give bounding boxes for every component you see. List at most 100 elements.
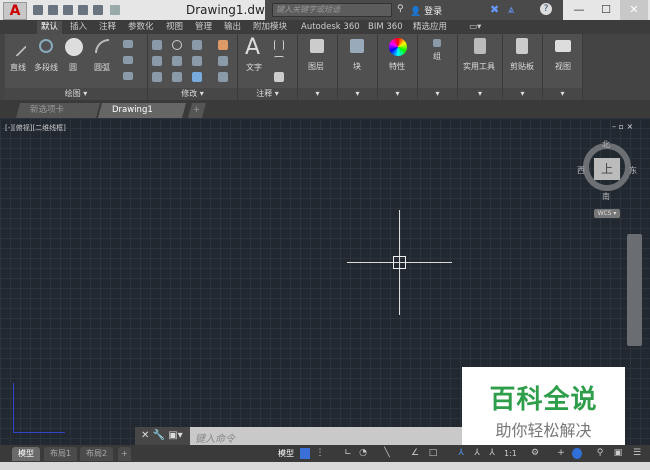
explode-icon[interactable]	[218, 56, 228, 66]
modify-panel-label[interactable]: 修改 ▾	[148, 88, 237, 100]
compass-west[interactable]: 西	[577, 165, 585, 176]
a360-icon[interactable]: ⩓	[508, 3, 514, 17]
new-tab[interactable]: 新选项卡	[15, 103, 101, 118]
copy-icon[interactable]	[152, 56, 162, 66]
search-input[interactable]: 键入关键字或短语	[272, 3, 392, 17]
tab-insert[interactable]: 插入	[66, 21, 91, 34]
trim-icon[interactable]	[192, 40, 202, 50]
scale-icon[interactable]	[172, 72, 182, 82]
tab-model[interactable]: 模型	[12, 447, 40, 461]
wrench-icon[interactable]: 🔧	[153, 430, 165, 441]
snap-tracking-icon[interactable]: □	[428, 448, 438, 459]
hardware-acceleration-icon[interactable]: ⚲	[595, 448, 605, 459]
group-expand[interactable]: ▾	[418, 88, 457, 100]
offset-icon[interactable]	[218, 72, 228, 82]
circle-button[interactable]: 圆	[69, 62, 77, 73]
command-line-tools[interactable]: ✕ 🔧 ▣▾	[135, 427, 190, 445]
snap-icon[interactable]: ⋮	[315, 448, 325, 459]
login-button[interactable]: 👤 登录	[410, 4, 442, 17]
app-menu-button[interactable]: A	[3, 2, 27, 20]
stretch-icon[interactable]	[152, 72, 162, 82]
tab-manage[interactable]: 管理	[191, 21, 216, 34]
ortho-icon[interactable]: ∟	[343, 448, 353, 459]
tab-autodesk360[interactable]: Autodesk 360	[297, 21, 364, 34]
tab-annotate[interactable]: 注释	[95, 21, 120, 34]
hatch-icon[interactable]	[123, 56, 133, 64]
new-icon[interactable]	[33, 5, 43, 15]
auto-scale-icon[interactable]: ⅄	[472, 448, 482, 459]
save-as-icon[interactable]	[78, 5, 88, 15]
model-space-toggle[interactable]: 模型	[278, 448, 294, 459]
view-panel[interactable]: 视图 ▾	[543, 34, 583, 100]
print-icon[interactable]	[93, 5, 103, 15]
viewcube-face-top[interactable]: 上	[594, 158, 620, 180]
viewport-controls[interactable]: [-][俯视][二维线框]	[5, 123, 66, 133]
osnap-icon[interactable]: ╲	[382, 448, 392, 459]
compass-east[interactable]: 东	[629, 165, 637, 176]
array-icon[interactable]	[192, 72, 202, 82]
viewport-window-controls[interactable]: – ▫ ×	[612, 122, 633, 131]
arc-button[interactable]: 圆弧	[94, 62, 110, 73]
tab-layout2[interactable]: 布局2	[80, 447, 114, 461]
binoculars-icon[interactable]: ⚲	[397, 4, 404, 14]
erase-icon[interactable]	[218, 40, 228, 50]
isolate-objects-icon[interactable]	[572, 448, 582, 459]
annotation-visibility-icon[interactable]: ⅄	[456, 448, 466, 459]
compass-north[interactable]: 北	[602, 139, 610, 150]
properties-expand[interactable]: ▾	[378, 88, 417, 100]
fillet-icon[interactable]	[192, 56, 202, 66]
utilities-panel[interactable]: 实用工具 ▾	[458, 34, 503, 100]
rectangle-icon[interactable]	[123, 40, 133, 48]
grid-icon[interactable]	[300, 448, 310, 459]
add-layout-button[interactable]: +	[118, 447, 131, 461]
angle-icon[interactable]: ∠	[410, 448, 420, 459]
annotation-scale-value[interactable]: 1:1	[504, 449, 517, 458]
close-button[interactable]: ✕	[620, 0, 648, 20]
draw-panel-label[interactable]: 绘图 ▾	[5, 88, 147, 100]
close-icon[interactable]: ✕	[141, 430, 149, 441]
undo-icon[interactable]	[110, 5, 120, 15]
add-tab-button[interactable]: +	[187, 103, 207, 118]
mirror-icon[interactable]	[172, 56, 182, 66]
customization-menu-icon[interactable]: ☰	[632, 448, 642, 459]
block-panel[interactable]: 块 ▾	[338, 34, 378, 100]
compass-south[interactable]: 南	[602, 191, 610, 202]
command-input[interactable]: 键入命令	[195, 430, 235, 445]
rotate-icon[interactable]	[172, 40, 182, 50]
annotation-panel-label[interactable]: 注释 ▾	[238, 88, 297, 100]
tab-layout1[interactable]: 布局1	[44, 447, 78, 461]
tab-more-icon[interactable]: ▭▾	[465, 21, 485, 34]
annotation-scale-icon[interactable]: ⅄	[487, 448, 497, 459]
tab-output[interactable]: 输出	[220, 21, 245, 34]
navigation-bar[interactable]	[627, 234, 642, 346]
save-icon[interactable]	[63, 5, 73, 15]
table-icon[interactable]	[274, 72, 284, 82]
tab-default[interactable]: 默认	[37, 21, 63, 34]
drawing1-tab[interactable]: Drawing1	[97, 103, 187, 118]
tab-addins[interactable]: 附加模块	[249, 21, 291, 34]
tab-bim360[interactable]: BIM 360	[364, 21, 407, 34]
help-icon[interactable]: ?	[540, 3, 552, 15]
utilities-expand[interactable]: ▾	[458, 88, 502, 100]
text-button[interactable]: 文字	[246, 62, 262, 73]
open-icon[interactable]	[48, 5, 58, 15]
workspace-gear-icon[interactable]: ⚙	[530, 448, 540, 459]
layers-expand[interactable]: ▾	[298, 88, 337, 100]
boundary-icon[interactable]	[123, 72, 133, 80]
clean-screen-icon[interactable]: ▣	[613, 448, 623, 459]
clipboard-panel[interactable]: 剪贴板 ▾	[503, 34, 543, 100]
annotation-monitor-icon[interactable]: +	[556, 448, 566, 459]
tab-view[interactable]: 视图	[162, 21, 187, 34]
minimize-button[interactable]: —	[565, 0, 593, 20]
group-panel[interactable]: 组 ▾	[418, 34, 458, 100]
tab-featured-apps[interactable]: 精选应用	[409, 21, 451, 34]
maximize-button[interactable]: ☐	[592, 0, 620, 20]
layers-panel[interactable]: 图层 ▾	[298, 34, 338, 100]
prompt-history-icon[interactable]: ▣▾	[168, 430, 182, 441]
block-expand[interactable]: ▾	[338, 88, 377, 100]
line-button[interactable]: 直线	[10, 62, 26, 73]
dimension-icon[interactable]	[274, 40, 284, 50]
polar-icon[interactable]: ◔	[358, 448, 368, 459]
move-icon[interactable]	[152, 40, 162, 50]
wcs-menu[interactable]: WCS ▾	[594, 209, 620, 218]
